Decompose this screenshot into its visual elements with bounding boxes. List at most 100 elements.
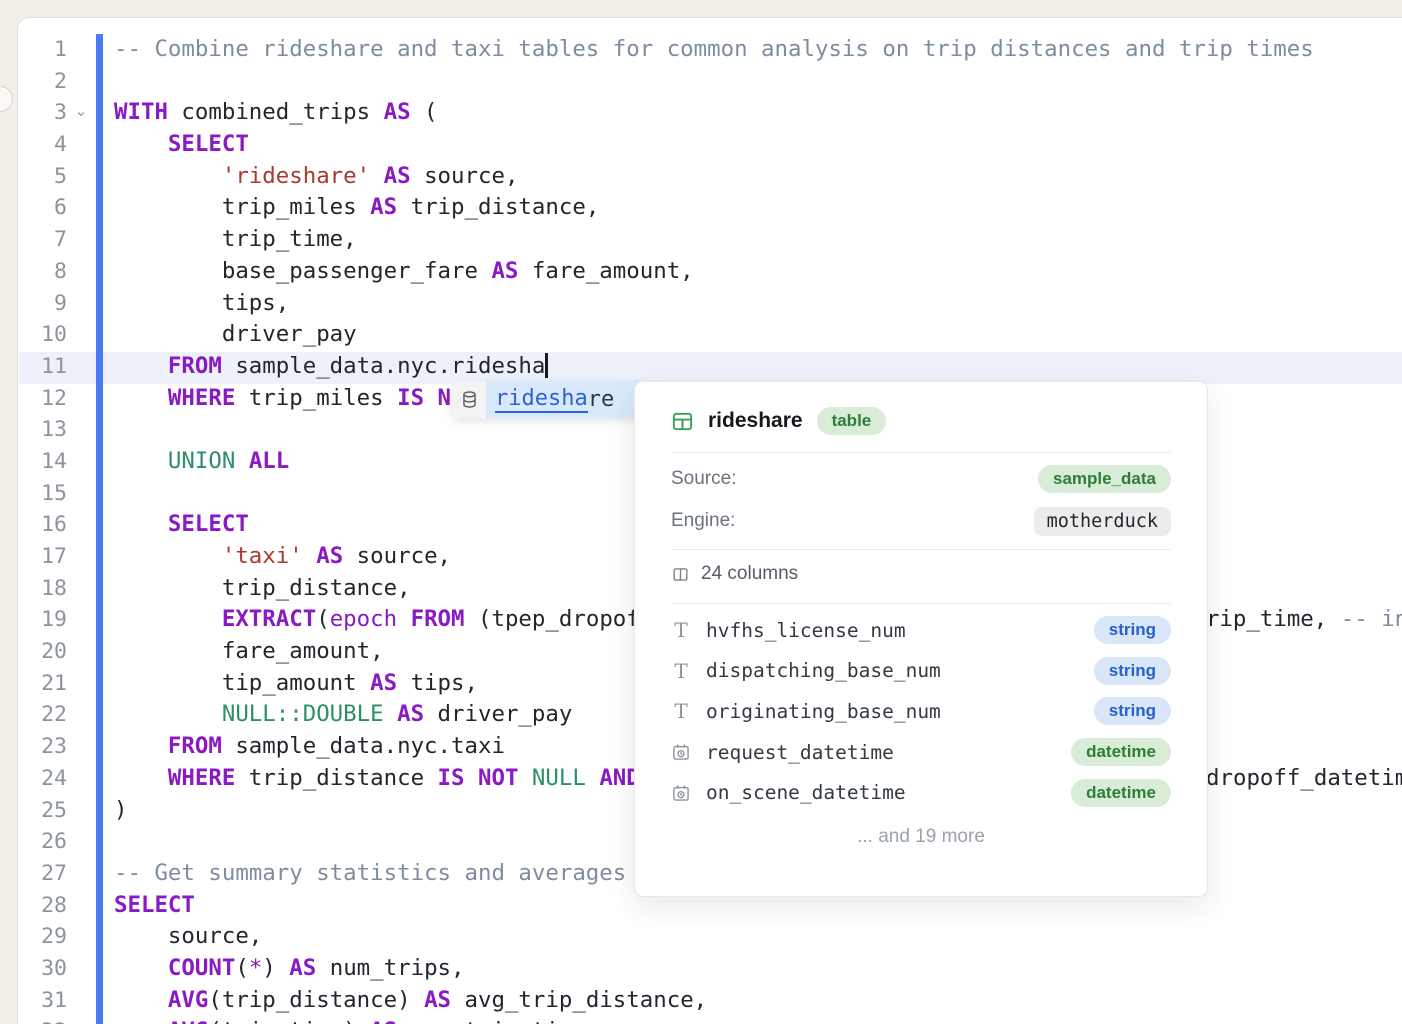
column-row: request_datetimedatetime (671, 732, 1171, 773)
line-number: 9 (18, 288, 67, 320)
code-line[interactable]: SELECT (114, 129, 1402, 161)
code-token: base_passenger_fare (114, 258, 491, 284)
code-token: (trip_distance) (208, 987, 424, 1013)
code-token (114, 163, 222, 189)
code-token (114, 131, 168, 157)
code-token (384, 701, 397, 727)
code-line[interactable]: driver_pay (114, 319, 1402, 351)
code-line[interactable]: WITH combined_trips AS ( (114, 97, 1402, 129)
code-token (397, 606, 410, 632)
code-token (114, 543, 222, 569)
divider (671, 603, 1171, 604)
code-token (114, 955, 168, 981)
line-number: 17 (18, 541, 67, 573)
code-line[interactable]: trip_time, (114, 224, 1402, 256)
autocomplete-rest-text: re (588, 387, 615, 412)
table-icon (671, 410, 694, 433)
text-type-icon: T (671, 659, 691, 683)
code-line[interactable]: trip_miles AS trip_distance, (114, 192, 1402, 224)
code-line[interactable]: FROM sample_data.nyc.ridesha (114, 351, 1402, 383)
line-number: 19 (18, 604, 67, 636)
code-token (518, 765, 531, 791)
line-number-gutter: 1234567891011121314151617181920212223242… (18, 34, 67, 1024)
code-token: sample_data.nyc.taxi (222, 733, 505, 759)
code-token: driver_pay (114, 321, 357, 347)
info-row: Engine:motherduck (671, 500, 1171, 542)
code-token: AS (316, 543, 343, 569)
column-row: Toriginating_base_numstring (671, 691, 1171, 732)
code-token: AS (289, 955, 316, 981)
chevron-down-icon[interactable]: ⌄ (72, 97, 90, 129)
line-number: 23 (18, 731, 67, 763)
code-token: FROM (168, 353, 222, 379)
code-token: WHERE (168, 765, 235, 791)
code-line[interactable]: -- Combine rideshare and taxi tables for… (114, 34, 1402, 66)
line-number: 12 (18, 383, 67, 415)
code-token (114, 733, 168, 759)
code-token: AS (384, 163, 411, 189)
table-type-badge: table (817, 407, 887, 435)
app-window: 1234567891011121314151617181920212223242… (0, 0, 1402, 1024)
code-token: fare_amount, (114, 638, 384, 664)
line-number: 31 (18, 985, 67, 1017)
code-line[interactable]: AVG(trip_time) AS avg_trip_time, (114, 1016, 1402, 1024)
line-number: 10 (18, 319, 67, 351)
line-number: 18 (18, 573, 67, 605)
code-token: trip_miles (114, 194, 370, 220)
code-token: ) (262, 955, 289, 981)
code-token (114, 385, 168, 411)
code-line[interactable]: source, (114, 921, 1402, 953)
code-token: ( (316, 606, 329, 632)
code-token: epoch (330, 606, 397, 632)
line-number: 2 (18, 66, 67, 98)
line-number: 30 (18, 953, 67, 985)
code-token: ) (114, 797, 127, 823)
code-token: 'taxi' (222, 543, 303, 569)
code-token: trip_miles (235, 385, 397, 411)
code-token: COUNT (168, 955, 235, 981)
code-line[interactable]: 'rideshare' AS source, (114, 161, 1402, 193)
panel-handle-button[interactable] (0, 86, 13, 112)
code-token: SELECT (168, 131, 249, 157)
line-number: 5 (18, 161, 67, 193)
line-number: 16 (18, 509, 67, 541)
line-number: 24 (18, 763, 67, 795)
code-line[interactable]: AVG(trip_distance) AS avg_trip_distance, (114, 985, 1402, 1017)
line-number: 29 (18, 921, 67, 953)
database-icon (452, 381, 486, 418)
code-line[interactable]: base_passenger_fare AS fare_amount, (114, 256, 1402, 288)
column-row: on_scene_datetimedatetime (671, 772, 1171, 813)
code-token: ( (235, 955, 248, 981)
code-token: (trip_time) (208, 1018, 370, 1024)
code-token: AVG (168, 1018, 208, 1024)
column-type-badge: datetime (1071, 738, 1171, 766)
code-token: ( (411, 99, 438, 125)
code-token: SELECT (168, 511, 249, 537)
text-cursor (545, 353, 548, 378)
code-token: trip_distance, (114, 575, 411, 601)
line-number: 11 (18, 351, 67, 383)
column-name: hvfhs_license_num (706, 619, 906, 642)
code-line[interactable]: COUNT(*) AS num_trips, (114, 953, 1402, 985)
code-token: EXTRACT (222, 606, 316, 632)
code-token: avg_trip_distance, (451, 987, 707, 1013)
code-token (114, 448, 168, 474)
line-number: 15 (18, 478, 67, 510)
code-token (114, 987, 168, 1013)
line-number: 20 (18, 636, 67, 668)
code-token: * (249, 955, 262, 981)
info-row: Source:sample_data (671, 458, 1171, 500)
code-token: ALL (249, 448, 289, 474)
autocomplete-item-rideshare[interactable]: rideshare (486, 381, 651, 418)
code-line[interactable] (114, 66, 1402, 98)
code-token: 'rideshare' (222, 163, 370, 189)
code-token: AS (370, 194, 397, 220)
code-token: tips, (397, 670, 478, 696)
code-token (586, 765, 599, 791)
line-number: 21 (18, 668, 67, 700)
code-token: AVG (168, 987, 208, 1013)
code-token: FROM (411, 606, 465, 632)
code-line[interactable]: tips, (114, 288, 1402, 320)
column-name: originating_base_num (706, 700, 941, 723)
text-type-icon: T (671, 699, 691, 723)
